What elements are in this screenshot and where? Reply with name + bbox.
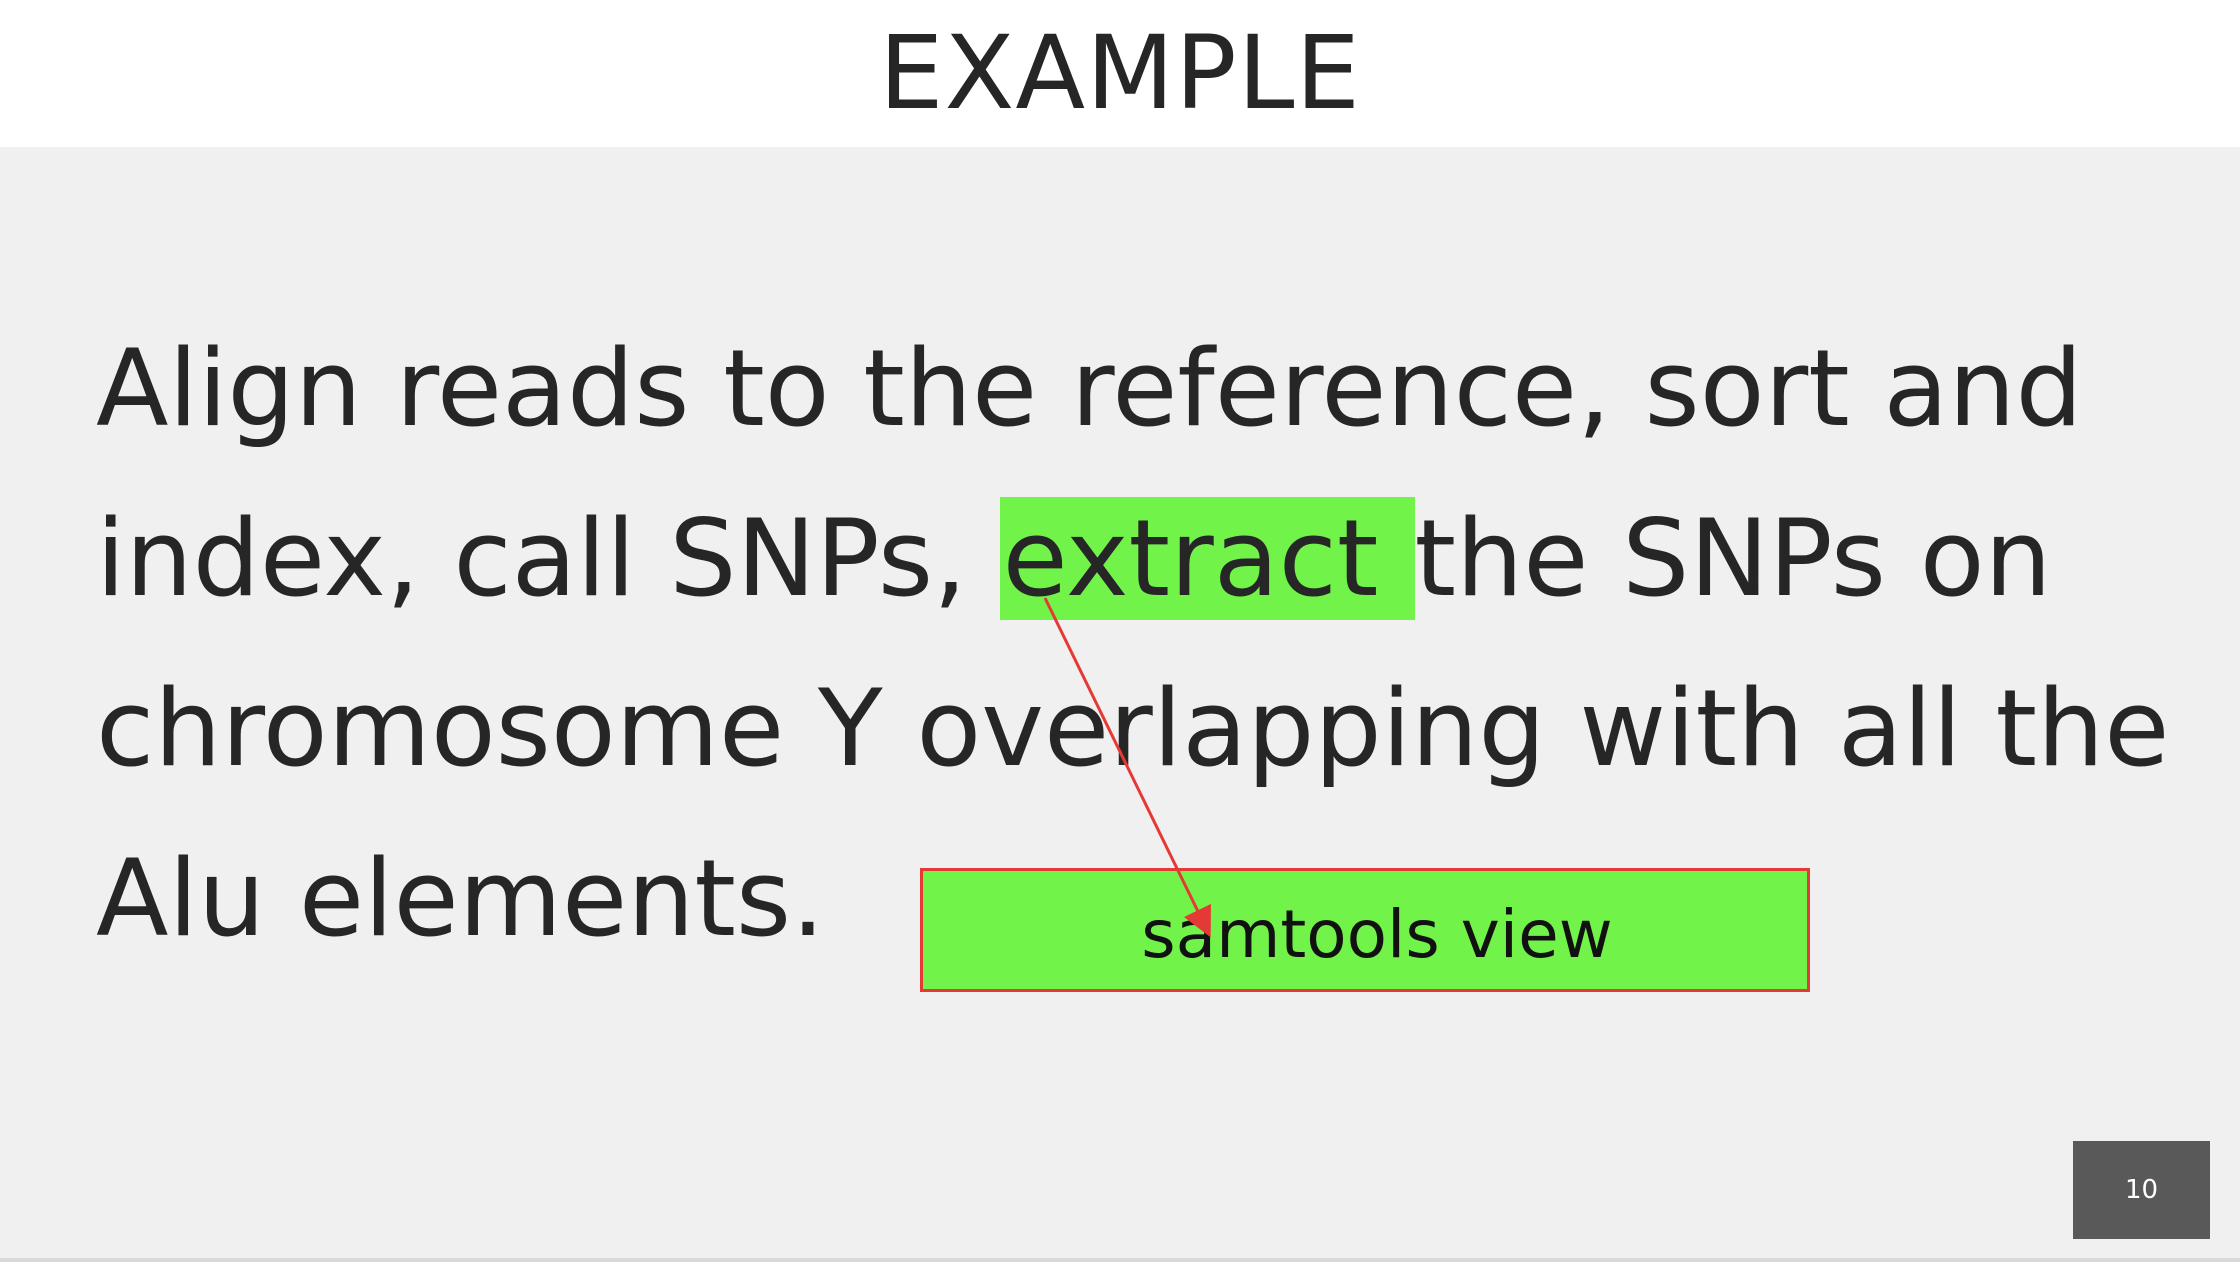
highlighted-word: extract <box>1000 497 1415 620</box>
body-line-1: Align reads to the reference, sort and <box>96 327 2083 450</box>
page-number-box: 10 <box>2073 1141 2210 1239</box>
slide-title: EXAMPLE <box>879 14 1361 133</box>
slide: EXAMPLE Align reads to the reference, so… <box>0 0 2240 1262</box>
page-number: 10 <box>2124 1175 2159 1205</box>
body-line-2: index, call SNPs, extract the SNPs on <box>96 474 2196 644</box>
callout-label: samtools view <box>1141 895 1613 973</box>
body-line-2-end: the SNPs on <box>1414 497 2052 620</box>
callout-box: samtools view <box>920 868 1810 992</box>
slide-bottom-edge <box>0 1258 2240 1262</box>
body-line-2-start: index, call SNPs, <box>96 497 1001 620</box>
body-line-3: chromosome Y overlapping with all the <box>96 667 2170 790</box>
title-bar: EXAMPLE <box>0 0 2240 147</box>
